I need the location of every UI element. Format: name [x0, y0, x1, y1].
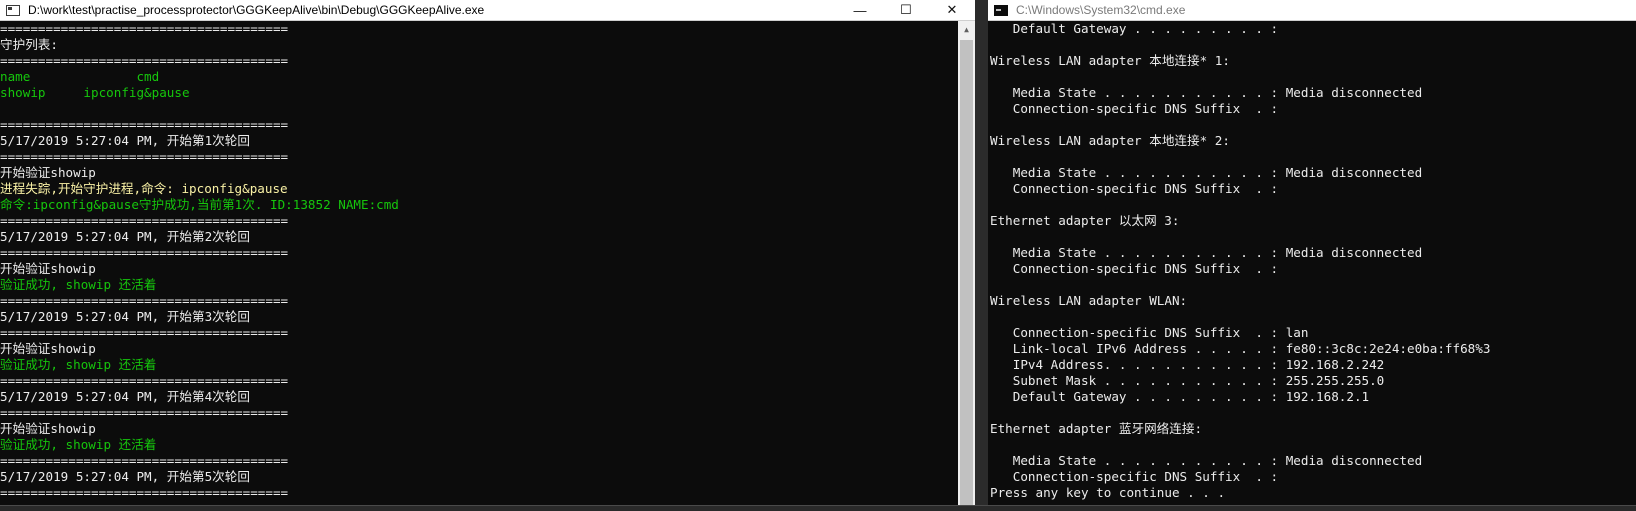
console-line: Ethernet adapter 以太网 3:: [990, 213, 1180, 228]
console-line: 验证成功, showip 还活着: [0, 437, 157, 452]
console-line: Default Gateway . . . . . . . . . : 192.…: [990, 389, 1370, 404]
taskbar-edge: [0, 505, 1636, 511]
console-line: 守护列表:: [0, 37, 58, 52]
console-line: ======================================: [0, 53, 289, 68]
console-line: Connection-specific DNS Suffix . :: [990, 261, 1279, 276]
console-line: ======================================: [0, 21, 289, 36]
console-line: Wireless LAN adapter WLAN:: [990, 293, 1188, 308]
console-line: ======================================: [0, 245, 289, 260]
console-line: 5/17/2019 5:27:04 PM, 开始第4次轮回: [0, 389, 250, 404]
console-line: Subnet Mask . . . . . . . . . . . : 255.…: [990, 373, 1385, 388]
right-title-bar[interactable]: C:\Windows\System32\cmd.exe: [988, 0, 1636, 21]
right-console-output[interactable]: Default Gateway . . . . . . . . . : Wirel…: [990, 21, 1636, 510]
maximize-button[interactable]: ☐: [883, 0, 929, 20]
right-window-title: C:\Windows\System32\cmd.exe: [1016, 3, 1186, 17]
console-app-icon: [6, 4, 20, 16]
console-line: ======================================: [0, 405, 289, 420]
console-line: Connection-specific DNS Suffix . :: [990, 101, 1279, 116]
console-line: Connection-specific DNS Suffix . : lan: [990, 325, 1309, 340]
minimize-button[interactable]: —: [837, 0, 883, 20]
console-line: ======================================: [0, 149, 289, 164]
console-line: ======================================: [0, 293, 289, 308]
left-title-bar[interactable]: D:\work\test\practise_processprotector\G…: [0, 0, 975, 21]
console-line: Wireless LAN adapter 本地连接* 1:: [990, 53, 1230, 68]
console-line: 5/17/2019 5:27:04 PM, 开始第2次轮回: [0, 229, 250, 244]
console-line: Connection-specific DNS Suffix . :: [990, 181, 1279, 196]
console-line: Connection-specific DNS Suffix . :: [990, 469, 1279, 484]
console-line: Media State . . . . . . . . . . . : Medi…: [990, 245, 1423, 260]
console-line: 5/17/2019 5:27:04 PM, 开始第5次轮回: [0, 469, 250, 484]
console-line: showip ipconfig&pause: [0, 85, 190, 100]
console-line: ======================================: [0, 325, 289, 340]
console-line: 命令:ipconfig&pause守护成功,当前第1次. ID:13852 NA…: [0, 197, 399, 212]
console-line: 开始验证showip: [0, 421, 96, 436]
console-line: 验证成功, showip 还活着: [0, 277, 157, 292]
console-line: 5/17/2019 5:27:04 PM, 开始第1次轮回: [0, 133, 250, 148]
scrollbar-thumb[interactable]: [960, 40, 973, 510]
console-line: 开始验证showip: [0, 261, 96, 276]
console-line: Media State . . . . . . . . . . . : Medi…: [990, 85, 1423, 100]
left-window-title: D:\work\test\practise_processprotector\G…: [28, 3, 485, 17]
console-line: 进程失踪,开始守护进程,命令: ipconfig&pause: [0, 181, 288, 196]
cmd-icon: [994, 4, 1008, 16]
console-line: 5/17/2019 5:27:04 PM, 开始第3次轮回: [0, 309, 250, 324]
console-line: Default Gateway . . . . . . . . . :: [990, 21, 1279, 36]
chevron-up-icon[interactable]: ▲: [958, 21, 975, 38]
console-line: 验证成功, showip 还活着: [0, 357, 157, 372]
close-button[interactable]: ✕: [929, 0, 975, 20]
console-line: ======================================: [0, 373, 289, 388]
console-line: name cmd: [0, 69, 160, 84]
console-line: Media State . . . . . . . . . . . : Medi…: [990, 165, 1423, 180]
console-line: ======================================: [0, 213, 289, 228]
console-line: Link-local IPv6 Address . . . . . : fe80…: [990, 341, 1491, 356]
console-line: Ethernet adapter 蓝牙网络连接:: [990, 421, 1203, 436]
console-line: 开始验证showip: [0, 165, 96, 180]
console-line: ======================================: [0, 485, 289, 500]
console-line: Press any key to continue . . .: [990, 485, 1226, 500]
cmd-window[interactable]: C:\Windows\System32\cmd.exe Default Gate…: [988, 0, 1636, 510]
console-line: IPv4 Address. . . . . . . . . . . : 192.…: [990, 357, 1385, 372]
left-scrollbar[interactable]: ▲: [958, 21, 975, 510]
window-divider: [975, 0, 988, 510]
console-line: 开始验证showip: [0, 341, 96, 356]
console-line: Wireless LAN adapter 本地连接* 2:: [990, 133, 1230, 148]
console-line: Media State . . . . . . . . . . . : Medi…: [990, 453, 1423, 468]
keepalive-console-window[interactable]: D:\work\test\practise_processprotector\G…: [0, 0, 975, 510]
left-console-output[interactable]: ====================================== 守护…: [0, 21, 956, 510]
console-line: ======================================: [0, 117, 289, 132]
console-line: ======================================: [0, 453, 289, 468]
